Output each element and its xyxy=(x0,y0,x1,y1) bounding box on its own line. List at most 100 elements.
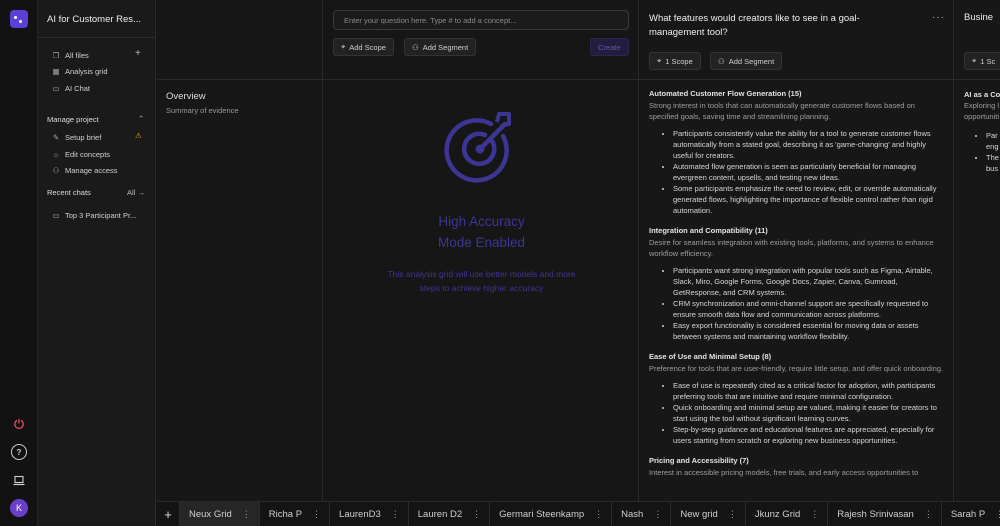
scope-icon: ⌖ xyxy=(341,42,346,51)
section-description: Strong interest in tools that can automa… xyxy=(649,101,915,121)
question-title[interactable]: Busine xyxy=(964,12,993,23)
avatar[interactable]: K xyxy=(10,499,28,517)
tab-menu-icon[interactable]: ⋮ xyxy=(312,509,321,520)
more-options-icon[interactable]: ··· xyxy=(932,12,945,23)
tab-label: New grid xyxy=(680,508,718,520)
bullet-list: Ease of use is repeatedly cited as a cri… xyxy=(649,380,945,446)
scope-icon: ⌖ xyxy=(657,56,662,65)
section-heading: Automated Customer Flow Generation (15) xyxy=(649,89,802,98)
question-column: What features would creators like to see… xyxy=(640,0,954,501)
segment-icon: ⚇ xyxy=(412,42,419,52)
scope-label: 1 Sc xyxy=(980,56,996,66)
list-item: bus xyxy=(986,164,999,173)
help-icon[interactable]: ? xyxy=(11,444,27,460)
tab-menu-icon[interactable]: ⋮ xyxy=(594,509,603,520)
hero-description: This analysis grid will use better model… xyxy=(387,269,576,293)
list-item: CRM synchronization and omni-channel sup… xyxy=(673,298,945,320)
tab-label: Rajesh Srinivasan xyxy=(837,508,914,520)
bullet-list: Participants consistently value the abil… xyxy=(649,128,945,216)
tab-label: Germari Steenkamp xyxy=(499,508,585,520)
question-title[interactable]: What features would creators like to see… xyxy=(649,12,904,40)
overview-subtitle: Summary of evidence xyxy=(166,106,239,115)
tab-menu-icon[interactable]: ⋮ xyxy=(653,509,662,520)
app-logo[interactable] xyxy=(10,10,28,28)
sidebar-item-manage-access[interactable]: ⚇ Manage access xyxy=(52,164,118,176)
sidebar-item-setup-brief[interactable]: ✎ Setup brief xyxy=(52,131,101,143)
list-item: Participants want strong integration wit… xyxy=(673,265,945,298)
sidebar-item-edit-concepts[interactable]: ☼ Edit concepts xyxy=(52,148,110,160)
tab-rajesh-srinivasan[interactable]: Rajesh Srinivasan ⋮ xyxy=(827,501,941,526)
add-scope-button[interactable]: ⌖ Add Scope xyxy=(333,38,394,56)
project-sidebar: AI for Customer Res... ❐ All files + ▦ A… xyxy=(38,0,156,526)
create-button[interactable]: Create xyxy=(590,38,629,56)
list-item: Ease of use is repeatedly cited as a cri… xyxy=(673,380,945,402)
sidebar-item-label: AI Chat xyxy=(65,83,91,93)
chat-icon: ▭ xyxy=(52,83,60,93)
tab-label: LaurenD3 xyxy=(339,508,381,520)
tab-sarah-p[interactable]: Sarah P ⋮ xyxy=(940,501,1000,526)
tab-label: Jkunz Grid xyxy=(754,508,801,520)
section-description: Preference for tools that are user-frien… xyxy=(649,364,944,373)
tab-menu-icon[interactable]: ⋮ xyxy=(728,509,737,520)
tab-richa-p[interactable]: Richa P ⋮ xyxy=(258,501,329,526)
add-scope-label: Add Scope xyxy=(349,42,386,52)
create-label: Create xyxy=(598,42,621,52)
overview-title: Overview xyxy=(166,91,206,102)
scope-button[interactable]: ⌖ 1 Sc xyxy=(964,52,1000,70)
scope-label: 1 Scope xyxy=(665,56,693,66)
sidebar-item-label: Analysis grid xyxy=(65,66,108,76)
app-rail: ? K xyxy=(0,0,38,526)
segment-icon: ⚇ xyxy=(718,56,725,66)
scope-icon: ⌖ xyxy=(972,56,977,65)
add-segment-label: Add Segment xyxy=(422,42,469,52)
sidebar-item-label: Edit concepts xyxy=(65,149,111,159)
sidebar-item-analysis-grid[interactable]: ▦ Analysis grid xyxy=(52,65,108,77)
tab-menu-icon[interactable]: ⋮ xyxy=(995,509,1000,520)
tab-new-grid[interactable]: New grid ⋮ xyxy=(670,501,745,526)
warning-icon: ⚠ xyxy=(135,131,142,140)
recent-chat-item[interactable]: ▭ Top 3 Participant Pr... xyxy=(52,209,136,221)
tab-nash[interactable]: Nash ⋮ xyxy=(611,501,670,526)
grid-icon: ▦ xyxy=(52,66,60,76)
laptop-icon[interactable] xyxy=(11,472,27,488)
section-heading: Integration and Compatibility (11) xyxy=(649,226,768,235)
recent-chat-label: Top 3 Participant Pr... xyxy=(65,210,137,220)
tab-menu-icon[interactable]: ⋮ xyxy=(924,509,933,520)
tab-neux-grid[interactable]: Neux Grid ⋮ xyxy=(179,501,259,526)
recent-chats-heading: Recent chats xyxy=(47,188,91,197)
sidebar-item-all-files[interactable]: ❐ All files xyxy=(52,49,89,61)
project-title[interactable]: AI for Customer Res... xyxy=(47,14,151,25)
tab-menu-icon[interactable]: ⋮ xyxy=(810,509,819,520)
power-icon[interactable] xyxy=(11,416,27,432)
tab-lauren-d2[interactable]: Lauren D2 ⋮ xyxy=(407,501,489,526)
tab-menu-icon[interactable]: ⋮ xyxy=(472,509,481,520)
add-file-icon[interactable]: + xyxy=(135,48,141,59)
lightbulb-icon: ☼ xyxy=(52,149,60,159)
add-segment-button[interactable]: ⚇ Add Segment xyxy=(404,38,477,56)
question-input[interactable]: Enter your question here. Type # to add … xyxy=(333,10,629,30)
chevron-up-icon[interactable]: ⌃ xyxy=(138,114,144,123)
tab-germari-steenkamp[interactable]: Germari Steenkamp ⋮ xyxy=(489,501,611,526)
add-tab-button[interactable]: + xyxy=(157,502,179,526)
scope-button[interactable]: ⌖ 1 Scope xyxy=(649,52,701,70)
list-item: Participants consistently value the abil… xyxy=(673,128,945,161)
list-item: Automated flow generation is seen as par… xyxy=(673,161,945,183)
recent-all-label: All xyxy=(127,188,136,197)
access-icon: ⚇ xyxy=(52,165,60,175)
bullet-list: Participants want strong integration wit… xyxy=(649,265,945,342)
manage-project-heading[interactable]: Manage project xyxy=(47,115,99,124)
list-item: Some participants emphasize the need to … xyxy=(673,183,945,216)
recent-all-link[interactable]: All → xyxy=(127,188,145,197)
sidebar-item-label: Manage access xyxy=(65,165,118,175)
tab-label: Richa P xyxy=(268,508,303,520)
hero-title-line: High Accuracy xyxy=(438,214,525,229)
tab-laurend3[interactable]: LaurenD3 ⋮ xyxy=(329,501,408,526)
tab-jkunz-grid[interactable]: Jkunz Grid ⋮ xyxy=(744,501,827,526)
list-item: Par xyxy=(986,130,999,141)
hero-title-line: Mode Enabled xyxy=(437,235,526,250)
section-description: opportuniti xyxy=(964,112,1000,121)
tab-menu-icon[interactable]: ⋮ xyxy=(242,509,251,520)
add-segment-button[interactable]: ⚇ Add Segment xyxy=(710,52,783,70)
tab-menu-icon[interactable]: ⋮ xyxy=(391,509,400,520)
sidebar-item-ai-chat[interactable]: ▭ AI Chat xyxy=(52,82,90,94)
